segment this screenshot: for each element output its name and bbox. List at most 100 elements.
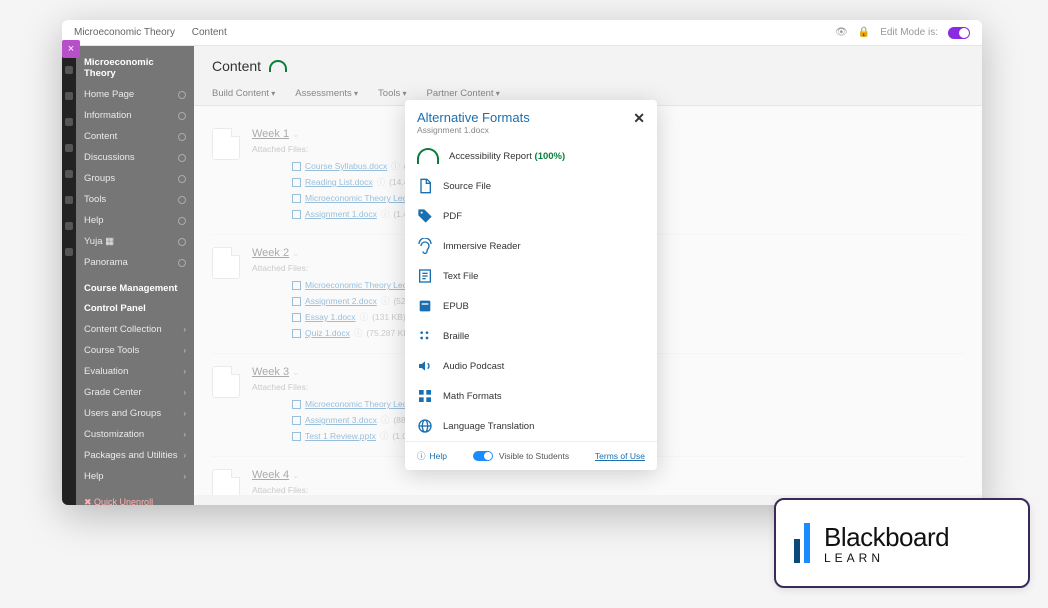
info-icon[interactable]: ⓘ <box>391 160 400 172</box>
sidebar-item[interactable]: Content <box>76 126 194 147</box>
week-title-link[interactable]: Week 2 <box>252 247 289 259</box>
sidebar-item[interactable]: Yuja ▦ <box>76 231 194 252</box>
cp-item-label: Content Collection <box>84 324 162 335</box>
alt-format-option[interactable]: Math Formats <box>405 381 657 411</box>
options-icon[interactable]: ⌄ <box>292 470 300 480</box>
dots-icon <box>417 328 433 344</box>
alt-format-option[interactable]: PDF <box>405 201 657 231</box>
rail-icon[interactable] <box>65 196 73 204</box>
help-link[interactable]: ⓘ Help <box>417 450 447 462</box>
cp-item-label: Customization <box>84 429 144 440</box>
control-panel-item[interactable]: Packages and Utilities› <box>76 445 194 466</box>
sidebar-item[interactable]: Groups <box>76 168 194 189</box>
file-link[interactable]: Quiz 1.docx <box>305 328 350 338</box>
control-panel-item[interactable]: Evaluation› <box>76 361 194 382</box>
breadcrumb-page[interactable]: Content <box>192 27 227 38</box>
edit-mode-toggle[interactable] <box>948 27 970 39</box>
week-title-link[interactable]: Week 4 <box>252 469 289 481</box>
build-content-menu[interactable]: Build Content <box>212 88 275 99</box>
rail-icon[interactable] <box>65 248 73 256</box>
sidebar-item-label: Yuja ▦ <box>84 236 114 247</box>
accessibility-gauge-icon[interactable] <box>269 60 287 72</box>
alt-format-option[interactable]: Source File <box>405 171 657 201</box>
lock-icon[interactable]: 🔒 <box>858 27 870 38</box>
sidebar-course-title[interactable]: Microeconomic Theory <box>76 52 194 84</box>
info-icon[interactable]: ⓘ <box>380 430 389 442</box>
info-icon[interactable]: ⓘ <box>381 414 390 426</box>
info-icon[interactable]: ⓘ <box>354 327 363 339</box>
file-link[interactable]: Reading List.docx <box>305 177 373 187</box>
alt-format-option[interactable]: Braille <box>405 321 657 351</box>
sidebar-item[interactable]: Panorama <box>76 252 194 273</box>
availability-dot-icon <box>178 238 186 246</box>
alt-format-option[interactable]: Language Translation <box>405 411 657 441</box>
info-icon[interactable]: ⓘ <box>377 176 386 188</box>
file-icon <box>292 194 301 203</box>
file-link[interactable]: Assignment 3.docx <box>305 415 377 425</box>
breadcrumb-course[interactable]: Microeconomic Theory <box>74 27 175 38</box>
control-panel-item[interactable]: Course Tools› <box>76 340 194 361</box>
availability-dot-icon <box>178 217 186 225</box>
rail-icon[interactable] <box>65 66 73 74</box>
control-panel-item[interactable]: Grade Center› <box>76 382 194 403</box>
speaker-icon <box>417 358 433 374</box>
label: Microeconomic Theory <box>84 57 186 79</box>
partner-content-menu[interactable]: Partner Content <box>426 88 499 99</box>
control-panel-item[interactable]: Help› <box>76 466 194 487</box>
rail-icon[interactable] <box>65 170 73 178</box>
alt-format-option[interactable]: EPUB <box>405 291 657 321</box>
close-sidebar-button[interactable]: × <box>62 40 80 58</box>
blackboard-bars-icon <box>794 523 810 563</box>
rail-icon[interactable] <box>65 144 73 152</box>
file-icon <box>292 416 301 425</box>
options-icon[interactable]: ⌄ <box>292 248 300 258</box>
sidebar-item[interactable]: Discussions <box>76 147 194 168</box>
eye-icon[interactable]: 👁 <box>835 27 848 38</box>
week-title-link[interactable]: Week 1 <box>252 128 289 140</box>
availability-dot-icon <box>178 91 186 99</box>
rail-icon[interactable] <box>65 118 73 126</box>
control-panel-item[interactable]: Users and Groups› <box>76 403 194 424</box>
control-panel-item[interactable]: Customization› <box>76 424 194 445</box>
week-title-link[interactable]: Week 3 <box>252 366 289 378</box>
tools-menu[interactable]: Tools <box>378 88 406 99</box>
visible-to-students-toggle[interactable] <box>473 451 493 461</box>
file-link[interactable]: Assignment 1.docx <box>305 209 377 219</box>
options-icon[interactable]: ⌄ <box>292 367 300 377</box>
modal-close-button[interactable]: ✕ <box>633 110 645 127</box>
sidebar-item-label: Help <box>84 215 104 226</box>
alt-format-option[interactable]: Immersive Reader <box>405 231 657 261</box>
file-link[interactable]: Essay 1.docx <box>305 312 356 322</box>
options-icon[interactable]: ⌄ <box>292 129 300 139</box>
file-link[interactable]: Test 1 Review.pptx <box>305 431 376 441</box>
assessments-menu[interactable]: Assessments <box>295 88 358 99</box>
cp-item-label: Help <box>84 471 104 482</box>
alt-format-label: Source File <box>443 181 491 192</box>
sidebar-item[interactable]: Tools <box>76 189 194 210</box>
info-icon[interactable]: ⓘ <box>381 295 390 307</box>
quick-unenroll-link[interactable]: ✖ Quick Unenroll <box>76 487 194 505</box>
gauge-icon <box>417 148 439 164</box>
tag-icon <box>417 208 433 224</box>
control-panel-item[interactable]: Content Collection› <box>76 319 194 340</box>
sidebar-item[interactable]: Home Page <box>76 84 194 105</box>
file-link[interactable]: Assignment 2.docx <box>305 296 377 306</box>
rail-icon[interactable] <box>65 222 73 230</box>
file-icon <box>292 178 301 187</box>
terms-link[interactable]: Terms of Use <box>595 451 645 461</box>
alt-format-option[interactable]: Accessibility Report (100%) <box>405 141 657 171</box>
alternative-formats-modal: Alternative Formats Assignment 1.docx ✕ … <box>405 100 657 470</box>
sidebar-item[interactable]: Help <box>76 210 194 231</box>
control-panel-header[interactable]: Control Panel <box>76 298 194 319</box>
sidebar-item[interactable]: Information <box>76 105 194 126</box>
chevron-right-icon: › <box>183 346 186 355</box>
info-icon[interactable]: ⓘ <box>381 208 390 220</box>
rail-icon[interactable] <box>65 92 73 100</box>
top-bar: Microeconomic Theory Content 👁 🔒 Edit Mo… <box>62 20 982 46</box>
alt-format-option[interactable]: Audio Podcast <box>405 351 657 381</box>
alt-format-label: Text File <box>443 271 478 282</box>
grid-icon <box>417 388 433 404</box>
file-link[interactable]: Course Syllabus.docx <box>305 161 387 171</box>
info-icon[interactable]: ⓘ <box>360 311 369 323</box>
alt-format-option[interactable]: Text File <box>405 261 657 291</box>
